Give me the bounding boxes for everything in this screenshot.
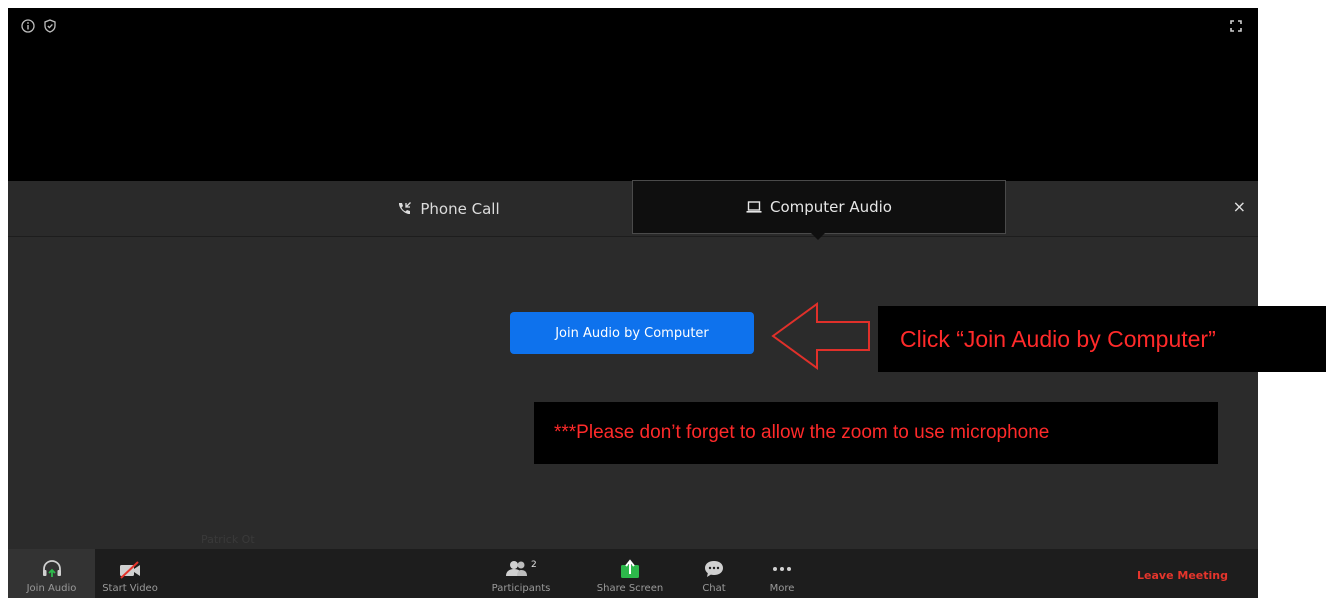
headphones-icon [42, 560, 61, 577]
annotation-callout-main: Click “Join Audio by Computer” [878, 306, 1326, 372]
chat-button[interactable]: Chat [692, 549, 736, 598]
toolbar-label: Join Audio [26, 583, 77, 594]
participant-name-faint: Patrick Ot [201, 533, 255, 546]
participants-icon: 2 [506, 560, 537, 576]
audio-tabs: Phone Call Computer Audio × [8, 180, 1258, 240]
toolbar-label: Start Video [102, 583, 158, 594]
tab-label: Computer Audio [770, 198, 892, 216]
tab-computer-audio[interactable]: Computer Audio [632, 180, 1006, 240]
toolbar-label: Participants [491, 583, 551, 594]
share-screen-button[interactable]: Share Screen [590, 549, 670, 598]
more-icon [773, 567, 791, 571]
leave-meeting-button[interactable]: Leave Meeting [1137, 569, 1228, 582]
tab-label: Phone Call [420, 199, 500, 218]
toolbar-label: More [769, 583, 795, 594]
arrow-left-icon [771, 302, 870, 370]
join-audio-by-computer-button[interactable]: Join Audio by Computer [510, 312, 754, 354]
phone-icon [399, 201, 412, 214]
more-button[interactable]: More [760, 549, 804, 598]
toolbar-label: Share Screen [596, 583, 664, 594]
video-off-icon [120, 561, 140, 579]
info-icon[interactable] [20, 18, 36, 34]
toolbar-label: Chat [702, 583, 726, 594]
participants-count: 2 [531, 560, 537, 570]
video-area [8, 8, 1258, 181]
close-button[interactable]: × [1233, 199, 1246, 215]
laptop-icon [746, 201, 762, 213]
shield-icon[interactable] [42, 18, 58, 34]
annotation-callout-note: ***Please don’t forget to allow the zoom… [534, 402, 1218, 464]
tab-phone-call[interactable]: Phone Call [268, 181, 628, 236]
meeting-toolbar: Join Audio Start Video 2 Participants Sh… [8, 549, 1258, 598]
join-audio-button[interactable]: Join Audio [8, 549, 95, 598]
start-video-button[interactable]: Start Video [100, 549, 160, 598]
chat-icon [705, 561, 723, 577]
zoom-window: Phone Call Computer Audio × Join Audio b… [8, 8, 1258, 598]
share-screen-icon [621, 559, 639, 578]
participants-button[interactable]: 2 Participants [483, 549, 559, 598]
fullscreen-icon[interactable] [1228, 18, 1244, 34]
